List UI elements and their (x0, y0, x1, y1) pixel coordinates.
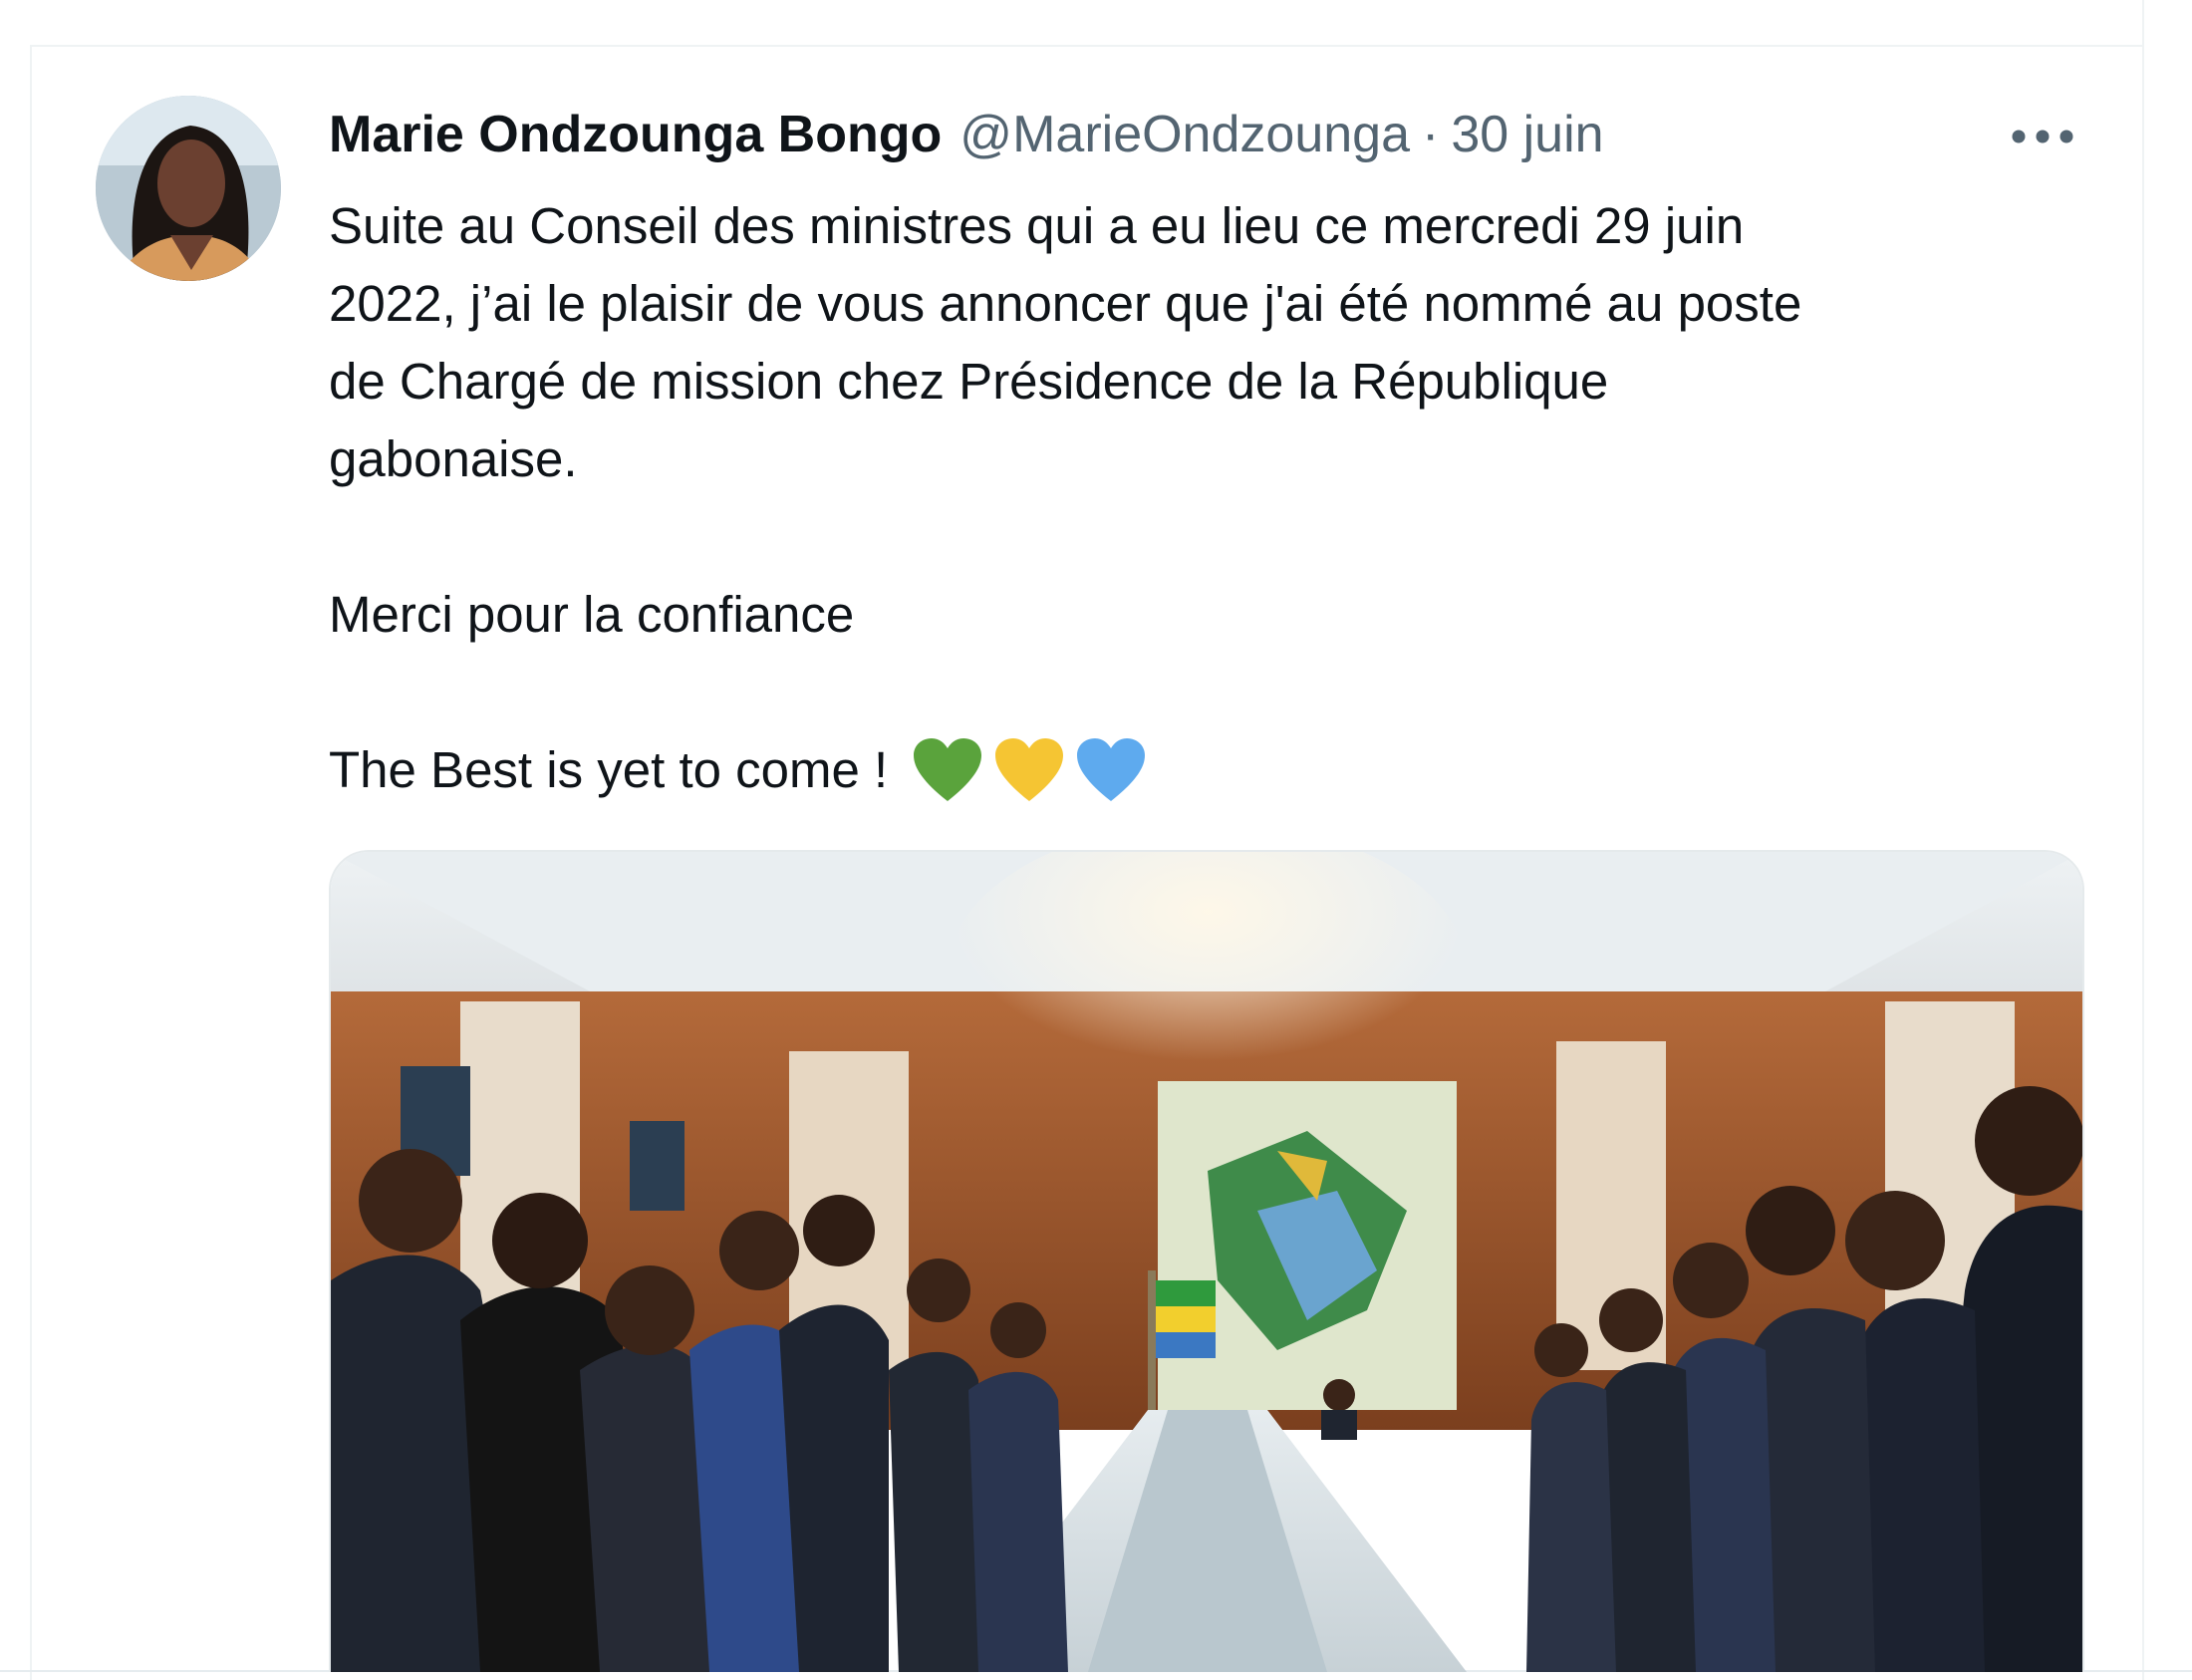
card-top-border (30, 45, 2142, 47)
tweet-text-closing: The Best is yet to come ! (329, 741, 889, 798)
green-heart-icon (914, 738, 982, 801)
tweet-text-line: Merci pour la confiance (329, 586, 855, 643)
card-left-border (30, 45, 32, 1680)
tweet-header: Marie Ondzounga Bongo @MarieOndzounga · … (329, 100, 1604, 169)
tweet-date[interactable]: 30 juin (1451, 105, 1603, 164)
tweet-text-line: gabonaise. (329, 430, 578, 487)
tweet-card: Marie Ondzounga Bongo @MarieOndzounga · … (0, 0, 2192, 1680)
tweet-media-photo[interactable] (329, 850, 2084, 1672)
emoji-group (910, 735, 1149, 805)
more-dots-icon (2012, 130, 2073, 143)
avatar[interactable] (96, 96, 281, 281)
card-right-border (2142, 0, 2144, 1680)
yellow-heart-icon (995, 738, 1064, 801)
author-handle[interactable]: @MarieOndzounga (959, 105, 1410, 164)
more-horizontal-icon[interactable] (2003, 112, 2082, 161)
tweet-text-line: 2022, j’ai le plaisir de vous annoncer q… (329, 275, 1802, 332)
profile-photo-icon (96, 96, 281, 281)
tweet-text-line: de Chargé de mission chez Présidence de … (329, 353, 1609, 410)
cabinet-meeting-photo (331, 852, 2082, 1672)
author-display-name[interactable]: Marie Ondzounga Bongo (329, 105, 942, 164)
tweet-text-line-with-emojis: The Best is yet to come ! (329, 731, 2102, 809)
header-separator: · (1422, 106, 1440, 163)
blue-heart-icon (1077, 738, 1146, 801)
tweet-text: Suite au Conseil des ministres qui a eu … (329, 187, 2102, 809)
tweet-text-line: Suite au Conseil des ministres qui a eu … (329, 197, 1745, 254)
